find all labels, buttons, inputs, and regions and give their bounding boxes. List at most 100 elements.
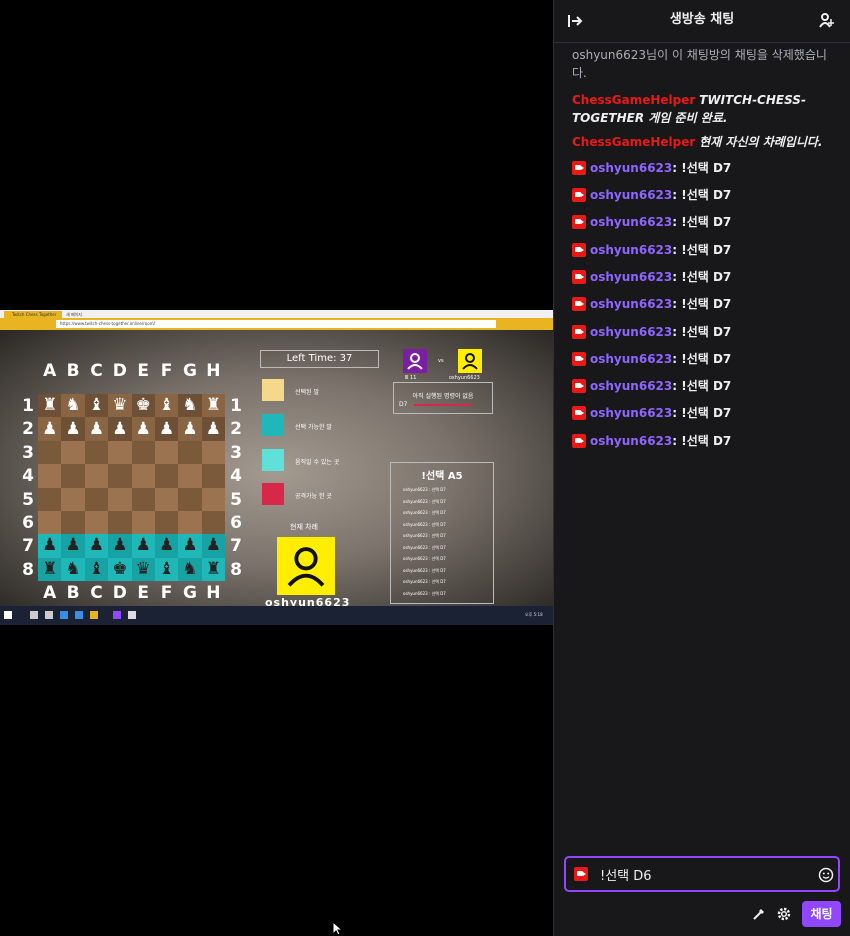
white-piece-square[interactable]: ♜	[201, 394, 225, 418]
white-piece-square[interactable]: ♜	[38, 394, 62, 418]
board-square[interactable]	[61, 487, 85, 511]
board-square[interactable]	[108, 487, 132, 511]
black-piece-square[interactable]: ♜	[201, 557, 225, 581]
white-piece-square[interactable]: ♟	[201, 417, 225, 441]
bits-wand-icon[interactable]	[751, 906, 767, 922]
white-piece-square[interactable]: ♟	[131, 417, 155, 441]
white-piece-square[interactable]: ♟	[84, 417, 109, 441]
black-piece-square[interactable]: ♞	[178, 557, 202, 581]
send-chat-button[interactable]: 채팅	[802, 901, 841, 927]
chat-username[interactable]: ChessGameHelper	[572, 93, 695, 107]
board-square[interactable]	[84, 510, 109, 535]
taskbar-app-icon[interactable]	[45, 611, 53, 619]
white-piece-square[interactable]: ♞	[61, 394, 85, 418]
board-square[interactable]	[84, 487, 109, 511]
chat-username[interactable]: oshyun6623	[590, 297, 672, 311]
board-square[interactable]	[84, 440, 109, 465]
vs-label: vs	[438, 358, 444, 364]
board-square[interactable]	[178, 510, 202, 535]
black-piece-square[interactable]: ♟	[178, 534, 202, 558]
board-square[interactable]	[61, 464, 85, 488]
board-square[interactable]	[131, 464, 155, 488]
white-piece-square[interactable]: ♝	[154, 394, 179, 418]
windows-start-icon[interactable]	[4, 611, 12, 619]
chat-username[interactable]: oshyun6623	[590, 270, 672, 284]
white-piece-square[interactable]: ♟	[108, 417, 132, 441]
board-square[interactable]	[201, 487, 225, 511]
board-square[interactable]	[178, 440, 202, 465]
board-square[interactable]	[201, 464, 225, 488]
video-player[interactable]: Twitch Chess Together 새 페이지 https://www.…	[0, 0, 553, 936]
black-piece-square[interactable]: ♝	[84, 557, 109, 581]
community-icon[interactable]	[818, 11, 836, 29]
chat-username[interactable]: oshyun6623	[590, 352, 672, 366]
board-square[interactable]	[154, 464, 179, 488]
board-square[interactable]	[131, 487, 155, 511]
broadcaster-badge-icon	[572, 161, 586, 175]
chat-username[interactable]: oshyun6623	[590, 379, 672, 393]
board-square[interactable]	[201, 510, 225, 535]
board-square[interactable]	[38, 510, 62, 535]
browser-tab[interactable]: 새 페이지	[58, 311, 116, 318]
white-piece-square[interactable]: ♟	[178, 417, 202, 441]
taskbar-app-icon[interactable]	[113, 611, 121, 619]
black-piece-square[interactable]: ♟	[154, 534, 179, 558]
board-square[interactable]	[108, 464, 132, 488]
board-square[interactable]	[154, 440, 179, 465]
browser-tab[interactable]: Twitch Chess Together	[4, 311, 62, 318]
chat-input[interactable]	[600, 867, 800, 882]
white-piece-square[interactable]: ♚	[131, 394, 155, 418]
board-square[interactable]	[131, 440, 155, 465]
board-square[interactable]	[154, 510, 179, 535]
chat-username[interactable]: oshyun6623	[590, 215, 672, 229]
taskbar-app-icon[interactable]	[128, 611, 136, 619]
black-piece-square[interactable]: ♛	[131, 557, 155, 581]
board-square[interactable]	[38, 440, 62, 465]
white-piece-square[interactable]: ♛	[108, 394, 132, 418]
board-square[interactable]	[61, 440, 85, 465]
chat-username[interactable]: ChessGameHelper	[572, 135, 695, 149]
chat-username[interactable]: oshyun6623	[590, 434, 672, 448]
black-piece-square[interactable]: ♞	[61, 557, 85, 581]
black-piece-square[interactable]: ♟	[131, 534, 155, 558]
white-piece-square[interactable]: ♟	[38, 417, 62, 441]
white-piece-square[interactable]: ♟	[154, 417, 179, 441]
board-square[interactable]	[108, 440, 132, 465]
emote-icon[interactable]	[818, 867, 834, 883]
taskbar-app-icon[interactable]	[30, 611, 38, 619]
black-piece-square[interactable]: ♝	[154, 557, 179, 581]
chess-board[interactable]: ♜ ♞ ♝ ♛ ♚ ♝ ♞ ♜ ♟ ♟ ♟ ♟ ♟ ♟ ♟ ♟ ♟ ♟ ♟ ♟ ♟ ♟ ♟ ♟ ♜ ♞ ♝ ♚ ♛ ♝ ♞ ♜	[38, 394, 225, 581]
board-square[interactable]	[178, 487, 202, 511]
board-square[interactable]	[131, 510, 155, 535]
rank-label: 5	[22, 489, 34, 510]
black-piece-square[interactable]: ♟	[61, 534, 85, 558]
chat-username[interactable]: oshyun6623	[590, 406, 672, 420]
board-square[interactable]	[178, 464, 202, 488]
address-bar[interactable]: https://www.twitch-chess-together.online…	[56, 320, 496, 328]
settings-gear-icon[interactable]	[776, 906, 792, 922]
board-square[interactable]	[108, 510, 132, 535]
white-piece-square[interactable]: ♞	[178, 394, 202, 418]
chat-username[interactable]: oshyun6623	[590, 188, 672, 202]
white-piece-square[interactable]: ♝	[84, 394, 109, 418]
chat-input-box[interactable]	[564, 856, 840, 892]
chat-username[interactable]: oshyun6623	[590, 161, 672, 175]
board-square[interactable]	[38, 487, 62, 511]
white-piece-square[interactable]: ♟	[61, 417, 85, 441]
board-square[interactable]	[84, 464, 109, 488]
black-piece-square[interactable]: ♟	[108, 534, 132, 558]
black-piece-square[interactable]: ♚	[108, 557, 132, 581]
board-square[interactable]	[154, 487, 179, 511]
taskbar-app-icon[interactable]	[75, 611, 83, 619]
black-piece-square[interactable]: ♜	[38, 557, 62, 581]
taskbar-app-icon[interactable]	[60, 611, 68, 619]
board-square[interactable]	[38, 464, 62, 488]
board-square[interactable]	[201, 440, 225, 465]
chat-username[interactable]: oshyun6623	[590, 325, 672, 339]
black-piece-square[interactable]: ♟	[201, 534, 225, 558]
board-square[interactable]	[61, 510, 85, 535]
black-piece-square[interactable]: ♟	[84, 534, 109, 558]
black-piece-square[interactable]: ♟	[38, 534, 62, 558]
taskbar-app-icon[interactable]	[90, 611, 98, 619]
chat-username[interactable]: oshyun6623	[590, 243, 672, 257]
